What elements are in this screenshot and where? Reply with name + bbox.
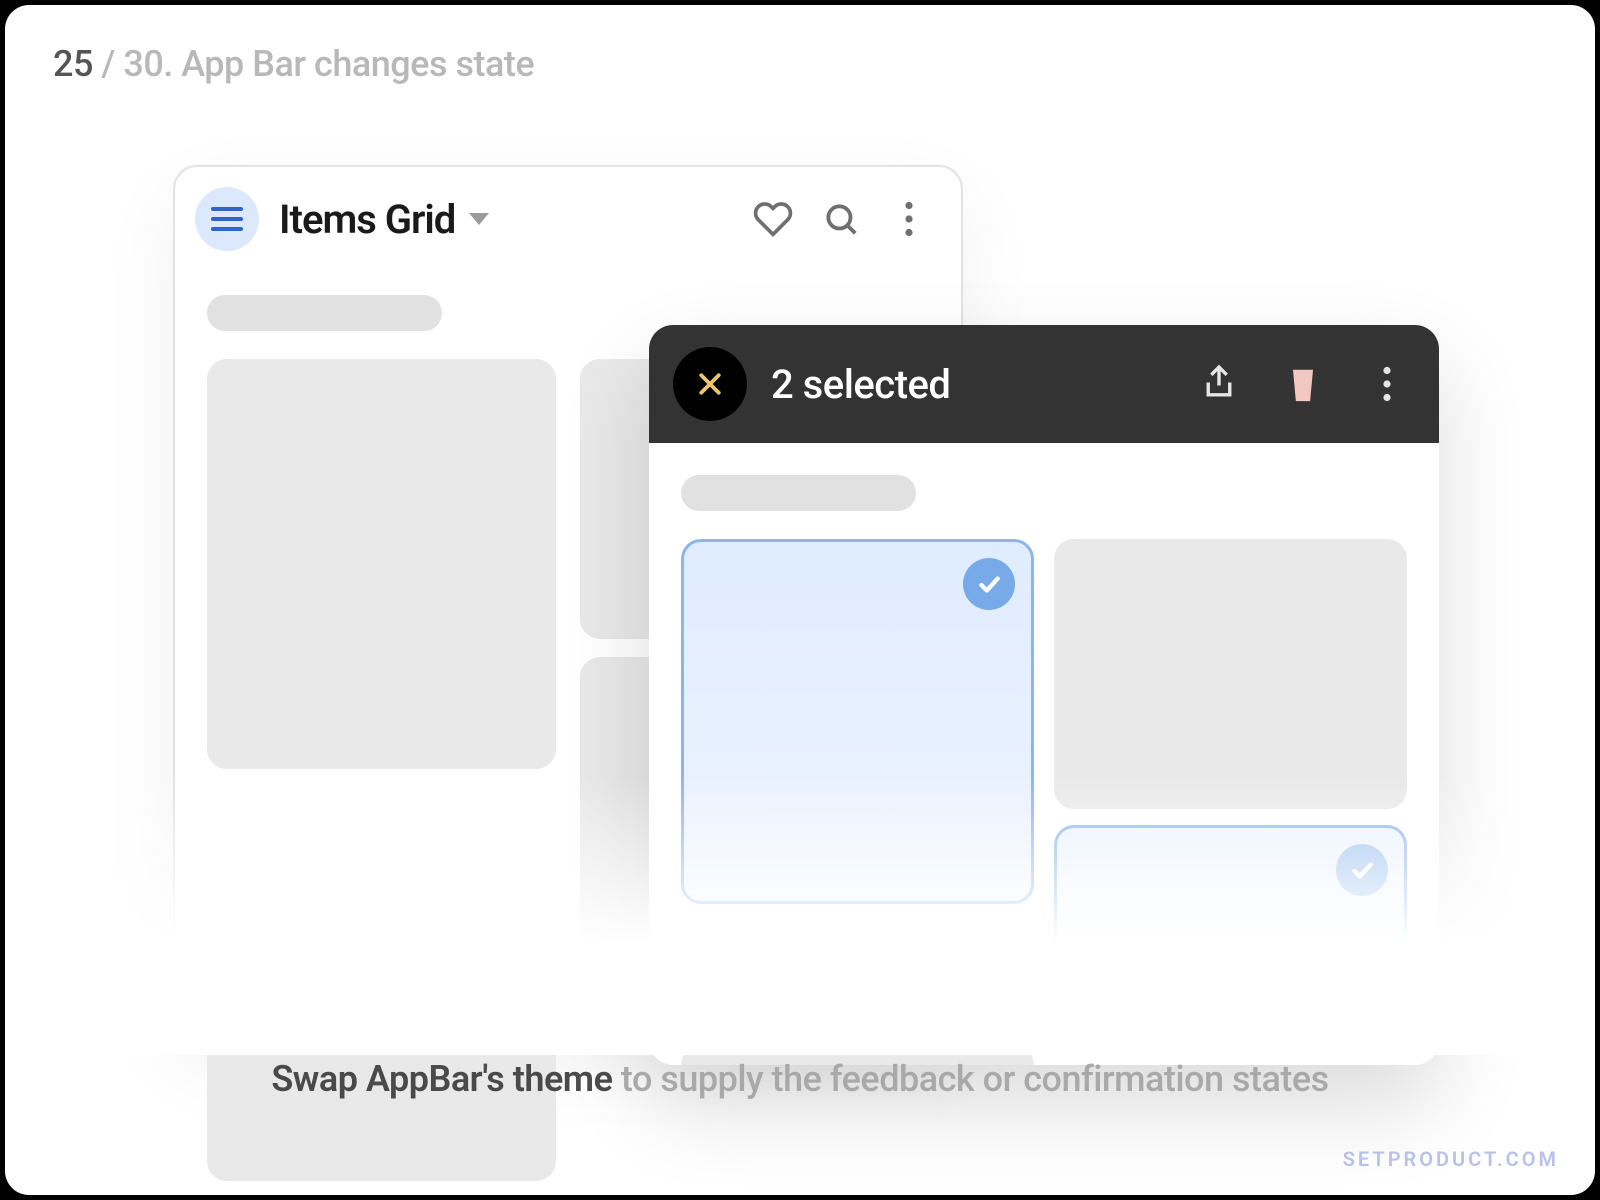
- appbar-title-dropdown[interactable]: Items Grid: [279, 196, 729, 243]
- stage: Items Grid: [5, 155, 1595, 1055]
- section-label-skeleton: [207, 295, 442, 331]
- slide-current: 25: [53, 43, 93, 85]
- check-badge: [963, 558, 1015, 610]
- caption-strong: Swap AppBar's theme: [271, 1058, 612, 1100]
- chevron-down-icon: [469, 213, 489, 225]
- caption-rest: to supply the feedback or confirmation s…: [612, 1058, 1328, 1100]
- check-icon: [1349, 857, 1375, 883]
- slide-frame: 25 / 30. App Bar changes state Items Gri…: [5, 5, 1595, 1195]
- slide-separator: /: [101, 43, 123, 85]
- grid-selection: [649, 511, 1439, 1065]
- grid-item-selected[interactable]: [681, 539, 1034, 904]
- more-button[interactable]: [885, 195, 933, 243]
- slide-title: App Bar changes state: [181, 43, 534, 85]
- hamburger-icon: [211, 207, 243, 231]
- appbar-title: Items Grid: [279, 196, 455, 243]
- share-button[interactable]: [1195, 360, 1243, 408]
- check-icon: [976, 571, 1002, 597]
- menu-button[interactable]: [195, 187, 259, 251]
- slide-counter: 25 / 30. App Bar changes state: [53, 43, 534, 85]
- grid-item[interactable]: [1054, 539, 1407, 809]
- more-button[interactable]: [1363, 360, 1411, 408]
- close-selection-button[interactable]: [673, 347, 747, 421]
- selection-count: 2 selected: [771, 361, 1159, 408]
- share-icon: [1200, 364, 1238, 404]
- heart-icon: [753, 199, 793, 239]
- close-icon: [695, 369, 725, 399]
- search-button[interactable]: [817, 195, 865, 243]
- slide-total: 30: [123, 43, 163, 85]
- watermark: SETPRODUCT.COM: [1343, 1147, 1559, 1171]
- trash-icon: [1285, 364, 1321, 404]
- search-icon: [822, 200, 860, 238]
- section-label-skeleton: [681, 475, 916, 511]
- more-vertical-icon: [1382, 366, 1392, 402]
- delete-button[interactable]: [1279, 360, 1327, 408]
- appbar-default: Items Grid: [175, 167, 961, 267]
- appbar-selection: 2 selected: [649, 325, 1439, 443]
- favorite-button[interactable]: [749, 195, 797, 243]
- caption: Swap AppBar's theme to supply the feedba…: [5, 1058, 1595, 1100]
- card-skeleton: [207, 359, 556, 769]
- grid-item-selected[interactable]: [1054, 825, 1407, 1025]
- mockup-selection-appbar: 2 selected: [649, 325, 1439, 1065]
- check-badge: [1336, 844, 1388, 896]
- more-vertical-icon: [904, 201, 914, 237]
